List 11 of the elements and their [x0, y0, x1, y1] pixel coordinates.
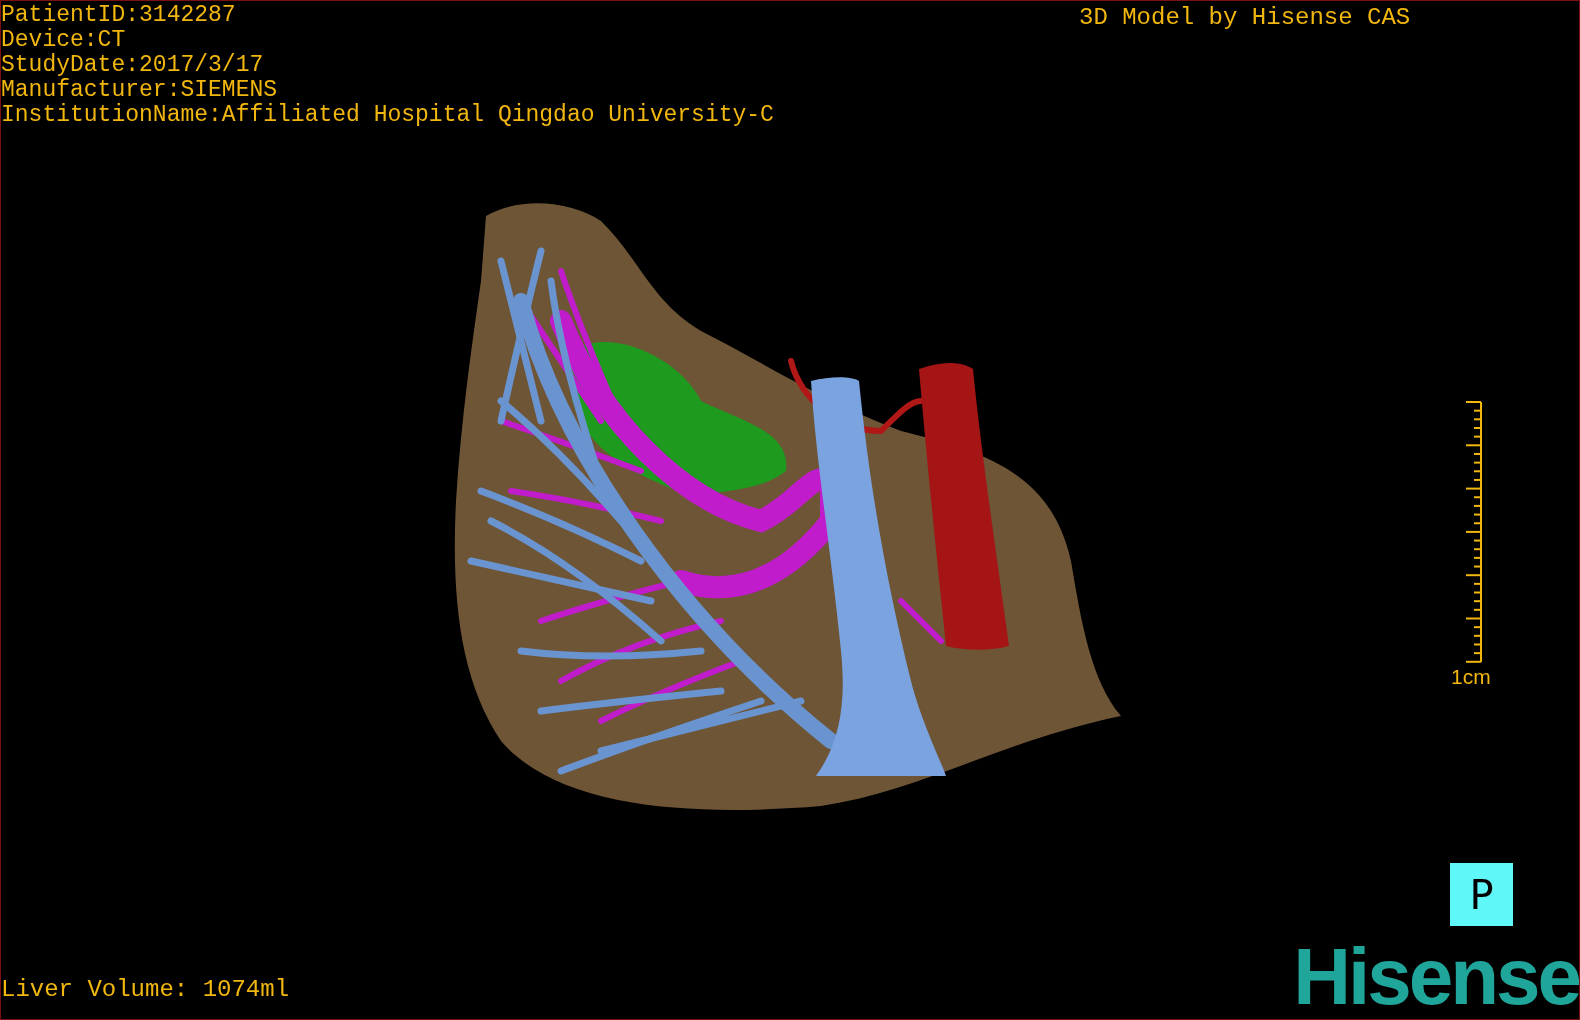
liver-volume-text: Liver Volume: 1074ml: [1, 976, 290, 1003]
orientation-marker: P: [1450, 863, 1513, 926]
patient-info-text: StudyDate:2017/3/17: [1, 53, 265, 78]
scale-label: 1cm: [1451, 665, 1491, 689]
patient-info-text: Device:CT: [1, 28, 127, 53]
scale-ruler-icon: [1464, 401, 1483, 663]
viewer-title: 3D Model by Hisense CAS: [1079, 4, 1411, 31]
patient-info-text: InstitutionName:Affiliated Hospital Qingdao University-C: [1, 103, 774, 128]
patient-info-text: Manufacturer:SIEMENS: [1, 78, 279, 103]
brand-logo: Hisense: [1293, 937, 1579, 1017]
patient-info-text: PatientID:3142287: [1, 3, 237, 28]
